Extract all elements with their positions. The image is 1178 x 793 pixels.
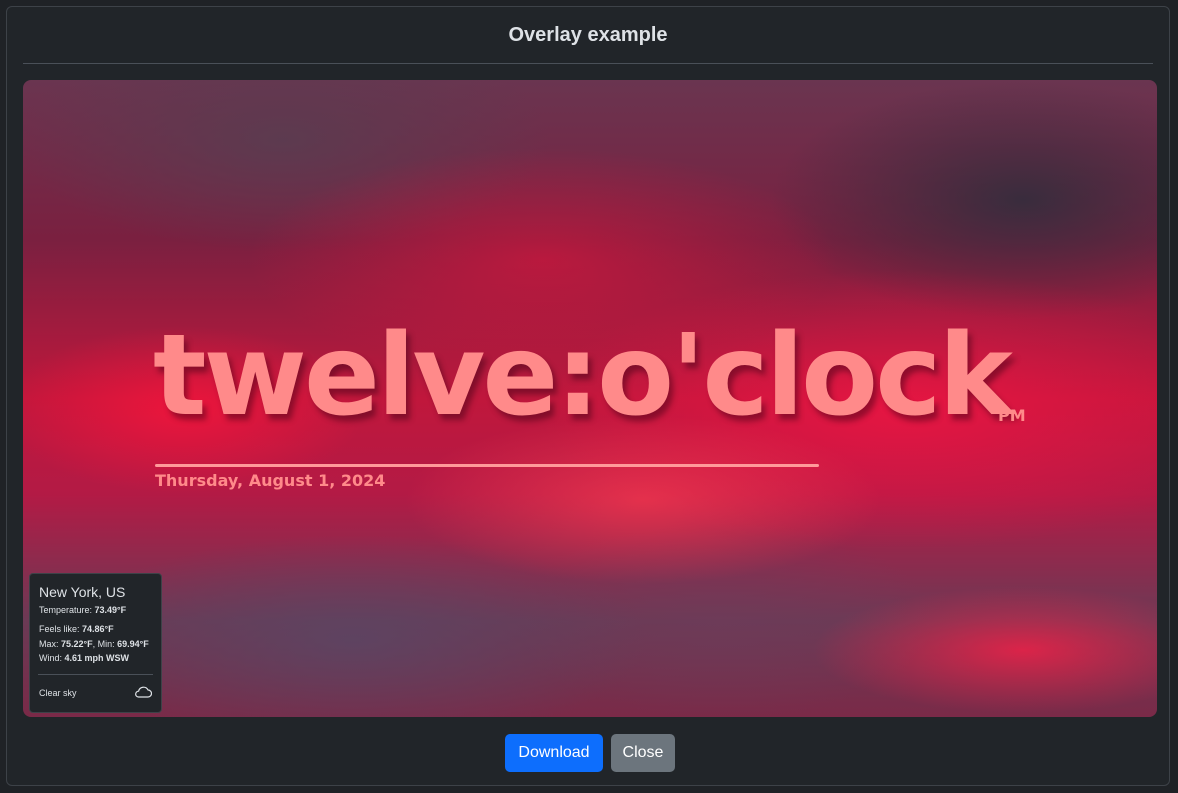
max-label: Max: — [39, 639, 62, 649]
weather-max-min: Max: 75.22°F, Min: 69.94°F — [39, 639, 149, 649]
weather-wind: Wind: 4.61 mph WSW — [39, 653, 129, 663]
clock-ampm: PM — [998, 406, 1026, 425]
clock-date: Thursday, August 1, 2024 — [155, 471, 386, 490]
weather-widget: New York, US Temperature: 73.49°F Feels … — [29, 573, 162, 713]
clock-time-text: twelve:o'clock — [153, 311, 1013, 441]
weather-feels-like: Feels like: 74.86°F — [39, 624, 114, 634]
feels-like-label: Feels like: — [39, 624, 83, 634]
cloud-icon — [135, 686, 152, 698]
min-value: 69.94°F — [117, 639, 149, 649]
feels-like-value: 74.86°F — [82, 624, 114, 634]
wind-label: Wind: — [39, 653, 65, 663]
close-button[interactable]: Close — [611, 734, 675, 772]
overlay-modal: Overlay example twelve:o'clock PM Thursd… — [6, 6, 1170, 786]
max-value: 75.22°F — [61, 639, 93, 649]
temperature-value: 73.49°F — [94, 605, 127, 615]
weather-separator — [38, 674, 153, 675]
modal-title: Overlay example — [508, 23, 668, 46]
clock-divider — [155, 464, 819, 467]
download-button[interactable]: Download — [505, 734, 603, 772]
weather-temperature: Temperature: 73.49°F — [39, 605, 126, 615]
modal-header: Overlay example — [23, 7, 1153, 64]
wind-value: 4.61 mph WSW — [64, 653, 130, 663]
min-label: , Min: — [92, 639, 118, 649]
overlay-preview: twelve:o'clock PM Thursday, August 1, 20… — [23, 80, 1157, 717]
weather-condition: Clear sky — [39, 688, 77, 698]
temperature-label: Temperature: — [39, 605, 95, 615]
weather-location: New York, US — [39, 584, 126, 600]
